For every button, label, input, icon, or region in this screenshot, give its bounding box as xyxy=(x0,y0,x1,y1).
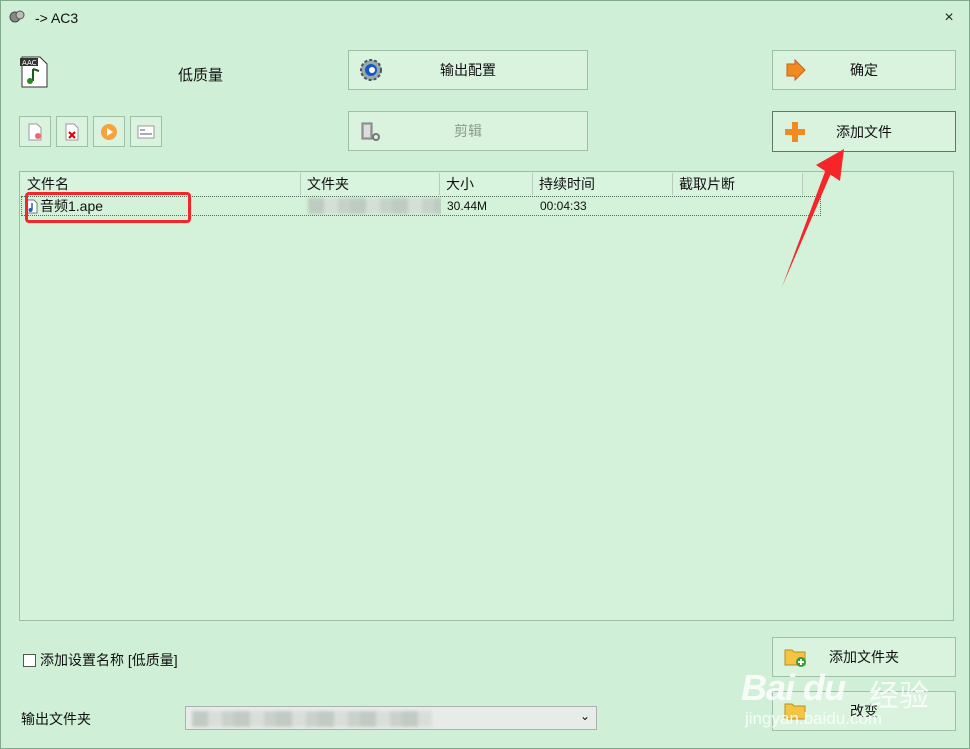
film-scissors-icon xyxy=(361,122,380,141)
gear-icon xyxy=(360,59,382,81)
column-header-duration[interactable]: 持续时间 xyxy=(533,173,673,195)
change-button[interactable]: 改变 xyxy=(772,691,956,731)
info-panel-icon xyxy=(137,125,155,138)
window-title: -> AC3 xyxy=(35,10,79,26)
app-window: -> AC3 × AAC 低质量 输出配置 确定 剪辑 添加文件 文件名 文件夹… xyxy=(0,0,970,749)
cut-button[interactable]: 剪辑 xyxy=(348,111,588,151)
change-label: 改变 xyxy=(850,703,878,719)
app-icon xyxy=(9,10,25,23)
redacted-output-path xyxy=(192,711,432,727)
highlight-box xyxy=(25,192,191,223)
add-setting-name-checkbox[interactable] xyxy=(23,653,36,667)
file-toolbar xyxy=(19,116,162,147)
aac-file-icon: AAC xyxy=(20,56,48,88)
folder-cell xyxy=(302,197,441,215)
svg-text:AAC: AAC xyxy=(22,59,37,67)
output-config-label: 输出配置 xyxy=(440,62,496,78)
new-file-button[interactable] xyxy=(19,116,51,147)
cut-label: 剪辑 xyxy=(454,123,482,139)
new-file-icon xyxy=(28,123,42,140)
delete-file-icon xyxy=(65,123,79,140)
output-config-button[interactable]: 输出配置 xyxy=(348,50,588,90)
play-icon xyxy=(101,123,117,140)
folder-icon xyxy=(784,703,806,720)
add-setting-name-label: 添加设置名称 [低质量] xyxy=(40,652,178,668)
add-folder-label: 添加文件夹 xyxy=(829,649,899,665)
plus-icon xyxy=(785,121,805,142)
redacted-folder-path xyxy=(308,198,441,214)
size-cell: 30.44M xyxy=(447,199,488,213)
ok-label: 确定 xyxy=(850,62,878,78)
close-button[interactable]: × xyxy=(937,7,961,29)
output-folder-label: 输出文件夹 xyxy=(21,711,91,727)
ok-button[interactable]: 确定 xyxy=(772,50,956,90)
duration-cell: 00:04:33 xyxy=(540,199,587,213)
output-folder-select[interactable]: ⌄ xyxy=(185,706,597,730)
folder-add-icon xyxy=(784,649,806,667)
column-header-size[interactable]: 大小 xyxy=(440,173,533,195)
annotation-arrow-icon xyxy=(782,149,844,287)
info-button[interactable] xyxy=(130,116,162,147)
chevron-down-icon: ⌄ xyxy=(579,709,590,723)
arrow-right-icon xyxy=(786,58,806,82)
column-header-folder[interactable]: 文件夹 xyxy=(301,173,440,195)
title-bar: -> AC3 × xyxy=(1,1,969,35)
quality-label: 低质量 xyxy=(178,67,224,84)
play-button[interactable] xyxy=(93,116,125,147)
add-folder-button[interactable]: 添加文件夹 xyxy=(772,637,956,677)
add-setting-name-option[interactable]: 添加设置名称 [低质量] xyxy=(23,650,178,670)
add-file-label: 添加文件 xyxy=(836,123,892,140)
remove-file-button[interactable] xyxy=(56,116,88,147)
